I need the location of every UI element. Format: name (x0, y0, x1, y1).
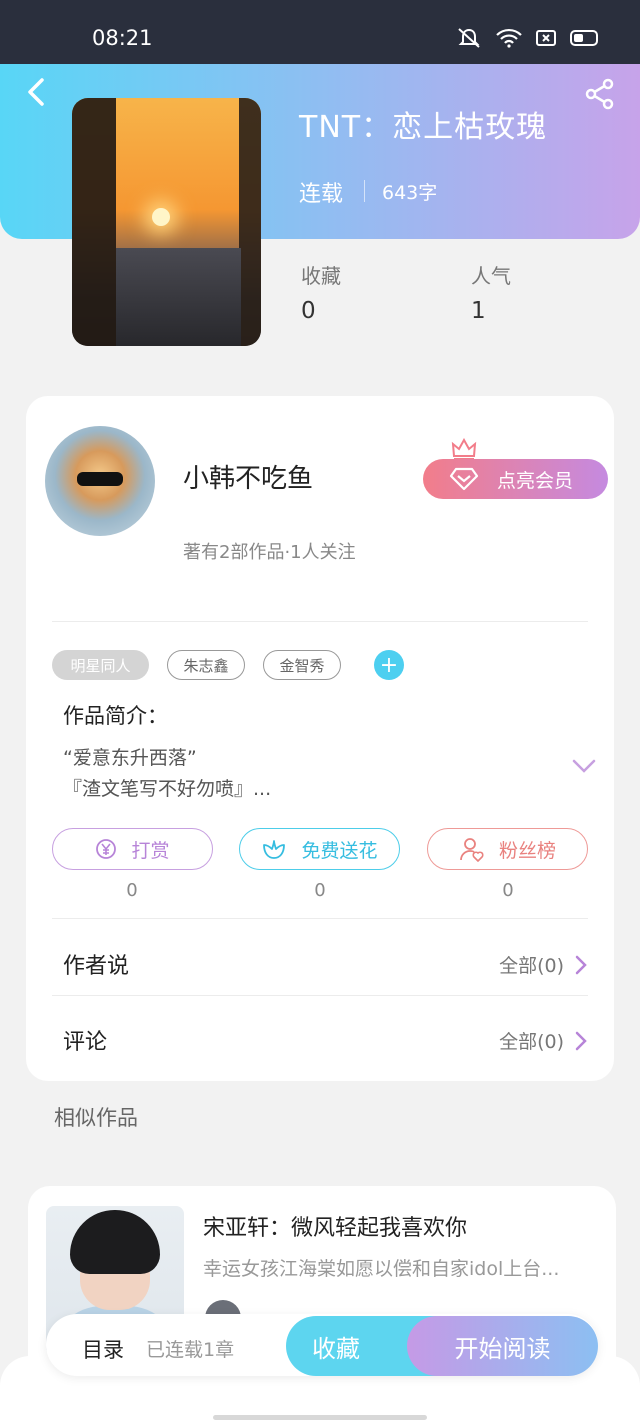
intro-title: 作品简介： (63, 704, 168, 728)
stat-value-popularity: 1 (471, 298, 486, 324)
chevron-down-icon[interactable] (571, 758, 597, 774)
toc-button[interactable]: 目录 (82, 1334, 124, 1364)
author-avatar[interactable] (45, 426, 155, 536)
author-name[interactable]: 小韩不吃鱼 (183, 458, 313, 495)
vip-button[interactable]: 点亮会员 (423, 459, 608, 499)
flower-count: 0 (314, 880, 326, 901)
comments-label: 评论 (63, 1030, 108, 1055)
status-time: 08:21 (92, 26, 153, 50)
tag-character[interactable]: 金智秀 (263, 650, 341, 680)
yen-coin-icon (96, 839, 117, 859)
similar-works-title: 相似作品 (54, 1106, 138, 1130)
reward-count: 0 (126, 880, 138, 901)
crown-icon (451, 438, 477, 460)
user-heart-icon (460, 838, 484, 862)
chevron-right-icon (575, 1031, 587, 1050)
author-notes-link[interactable]: 全部(0) (499, 951, 588, 978)
back-button[interactable] (22, 76, 50, 108)
fan-count: 0 (502, 880, 514, 901)
divider (364, 180, 365, 202)
reward-label: 打赏 (131, 839, 170, 862)
stat-label-popularity: 人气 (471, 264, 511, 288)
author-meta: 著有2部作品·1人关注 (183, 542, 356, 563)
wifi-icon (496, 28, 522, 48)
diamond-icon (449, 467, 479, 491)
fan-ranking-label: 粉丝榜 (498, 839, 556, 862)
book-title: TNT：恋上枯玫瑰 (299, 110, 548, 145)
tag-character[interactable]: 朱志鑫 (167, 650, 245, 680)
home-indicator[interactable] (213, 1415, 427, 1420)
book-status: 连载 (299, 182, 344, 207)
tag-genre[interactable]: 明星同人 (52, 650, 149, 680)
author-notes-label: 作者说 (63, 954, 130, 979)
flower-icon (263, 840, 286, 859)
status-icons (456, 27, 600, 49)
stat-value-favorites: 0 (301, 298, 316, 324)
divider (52, 918, 588, 919)
comments-all: 全部(0) (499, 1031, 564, 1053)
word-count: 643字 (382, 182, 438, 204)
share-button[interactable] (584, 78, 616, 110)
intro-line: “爱意东升西落” (63, 747, 197, 769)
chapter-count: 已连载1章 (146, 1339, 235, 1361)
divider (52, 621, 588, 622)
send-flower-button[interactable]: 免费送花 (239, 828, 400, 870)
battery-icon (570, 30, 598, 46)
send-flower-label: 免费送花 (301, 839, 378, 862)
reward-button[interactable]: 打赏 (52, 828, 213, 870)
chevron-right-icon (575, 955, 587, 974)
status-bar: 08:21 (0, 0, 640, 64)
vip-label: 点亮会员 (497, 469, 574, 492)
start-reading-button[interactable]: 开始阅读 (407, 1316, 598, 1376)
add-tag-button[interactable]: + (374, 650, 404, 680)
mute-icon (458, 28, 480, 48)
screen-icon (536, 30, 556, 46)
intro-line: 『渣文笔写不好勿喷』... (63, 778, 272, 800)
book-cover (72, 98, 261, 346)
author-notes-all: 全部(0) (499, 955, 564, 977)
divider (52, 995, 588, 996)
similar-work-desc: 幸运女孩江海棠如愿以偿和自家idol上台... (203, 1258, 560, 1280)
similar-work-title[interactable]: 宋亚轩：微风轻起我喜欢你 (203, 1210, 467, 1242)
comments-link[interactable]: 全部(0) (499, 1027, 588, 1054)
fan-ranking-button[interactable]: 粉丝榜 (427, 828, 588, 870)
stat-label-favorites: 收藏 (301, 264, 341, 288)
